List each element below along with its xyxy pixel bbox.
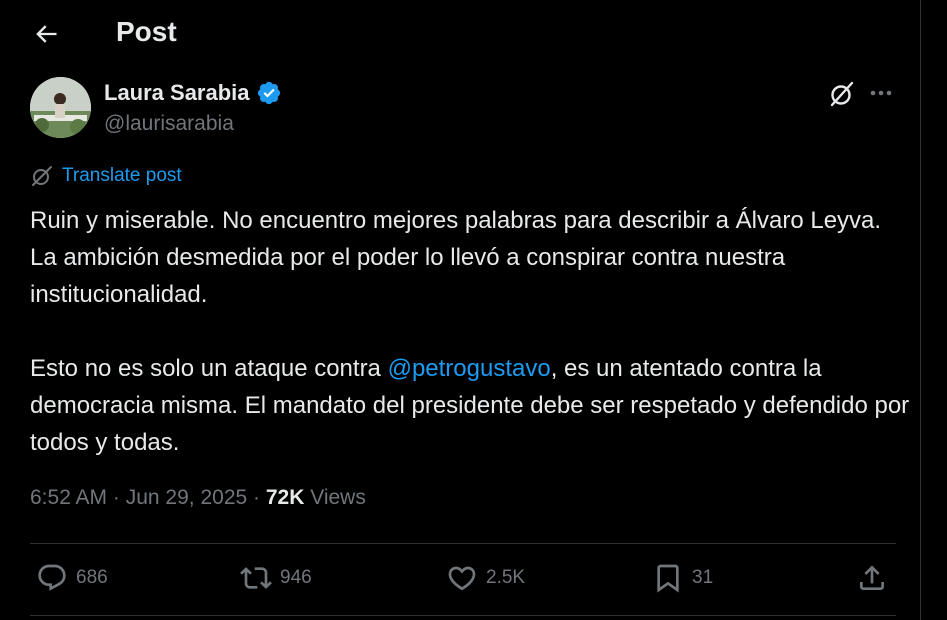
- post-paragraph-2: Esto no es solo un ataque contra @petrog…: [30, 350, 910, 461]
- back-arrow-icon[interactable]: [32, 20, 60, 48]
- bookmark-button[interactable]: 31: [652, 562, 713, 594]
- bookmark-icon: [657, 564, 679, 593]
- repost-icon: [240, 567, 272, 589]
- author-name-row[interactable]: Laura Sarabia: [104, 80, 282, 106]
- repost-count: 946: [280, 567, 312, 588]
- translate-label[interactable]: Translate post: [62, 165, 182, 187]
- mention-link[interactable]: @petrogustavo: [388, 355, 551, 382]
- translate-post-link[interactable]: Translate post: [30, 164, 182, 188]
- post-paragraph-1: Ruin y miserable. No encuentro mejores p…: [30, 207, 882, 308]
- page-title: Post: [116, 16, 177, 47]
- share-icon: [860, 565, 884, 590]
- post-text-before-mention: Esto no es solo un ataque contra: [30, 355, 388, 382]
- grok-icon[interactable]: [828, 80, 856, 108]
- like-count: 2.5K: [486, 567, 526, 588]
- divider: [30, 615, 896, 616]
- reply-button[interactable]: 686: [36, 562, 108, 594]
- meta-separator: ·: [107, 486, 126, 509]
- like-icon: [448, 566, 476, 591]
- verified-badge-icon: [257, 81, 280, 105]
- repost-button[interactable]: 946: [240, 562, 312, 594]
- like-button[interactable]: 2.5K: [446, 562, 525, 594]
- views-label: Views: [304, 486, 366, 509]
- divider: [30, 543, 896, 544]
- page-header: Post: [0, 0, 920, 70]
- reply-icon: [38, 564, 66, 591]
- post-time[interactable]: 6:52 AM: [30, 486, 107, 509]
- post-meta: 6:52 AM · Jun 29, 2025 · 72K Views: [30, 486, 366, 510]
- author-name[interactable]: Laura Sarabia: [104, 80, 250, 106]
- post-date[interactable]: Jun 29, 2025: [126, 486, 247, 509]
- views-count: 72K: [265, 486, 305, 509]
- reply-count: 686: [76, 567, 108, 588]
- author-handle[interactable]: @laurisarabia: [104, 112, 234, 136]
- post-text: Ruin y miserable. No encuentro mejores p…: [30, 202, 910, 461]
- avatar[interactable]: [30, 77, 91, 138]
- translate-icon: [32, 166, 52, 186]
- share-button[interactable]: [856, 562, 888, 594]
- bookmark-count: 31: [692, 567, 714, 588]
- meta-separator: ·: [247, 486, 266, 509]
- more-icon[interactable]: [868, 82, 894, 104]
